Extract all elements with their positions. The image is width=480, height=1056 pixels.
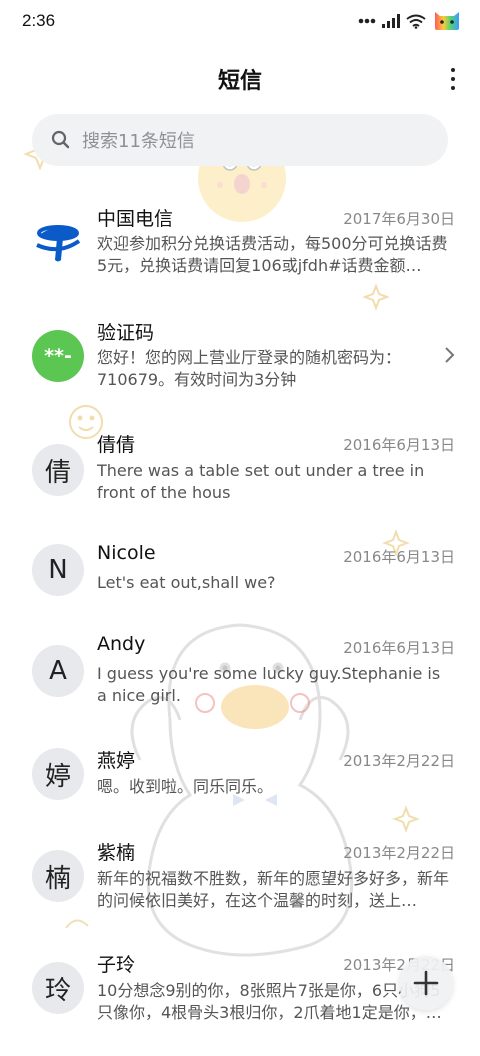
more-vert-icon-dot xyxy=(451,86,455,90)
search-input[interactable]: 搜索11条短信 xyxy=(32,114,448,166)
message-preview: 嗯。收到啦。同乐同乐。 xyxy=(97,777,274,796)
conversation-item[interactable]: 楠 紫楠 2013年2月22日 新年的祝福数不胜数，新年的愿望好多好多，新年的问… xyxy=(0,836,480,946)
message-date: 2013年2月22日 xyxy=(343,752,455,770)
avatar: 婷 xyxy=(32,748,84,800)
plus-icon xyxy=(413,970,439,996)
status-bar: 2:36 xyxy=(0,0,480,44)
avatar: 楠 xyxy=(32,850,84,902)
more-vert-icon xyxy=(451,68,455,72)
chevron-right-icon xyxy=(445,347,455,363)
verification-code-icon: **- xyxy=(44,345,72,367)
dots-icon xyxy=(358,18,376,24)
contact-name: 验证码 xyxy=(97,322,155,344)
contact-name: 燕婷 xyxy=(97,750,136,772)
message-preview: Let's eat out,shall we? xyxy=(97,573,276,592)
china-telecom-logo-icon xyxy=(36,225,81,262)
signal-icon xyxy=(382,14,400,28)
avatar: 倩 xyxy=(32,444,84,496)
app-header: 短信 xyxy=(0,56,480,102)
message-date: 2013年2月22日 xyxy=(343,844,455,862)
avatar: N xyxy=(32,544,84,596)
conversation-item[interactable]: 婷 燕婷 2013年2月22日 嗯。收到啦。同乐同乐。 xyxy=(0,736,480,846)
avatar: 玲 xyxy=(32,962,84,1014)
message-date: 2016年6月13日 xyxy=(343,639,455,657)
message-date: 2016年6月13日 xyxy=(343,548,455,566)
message-preview: 欢迎参加积分兑换话费活动，每500分可兑换话费5元，兑换话费请回复106或jfd… xyxy=(97,234,448,275)
contact-name: Andy xyxy=(97,633,146,655)
contact-name: 倩倩 xyxy=(97,434,136,456)
contact-name: 子玲 xyxy=(97,954,136,976)
search-icon xyxy=(51,130,70,149)
status-time: 2:36 xyxy=(22,11,56,30)
page-title: 短信 xyxy=(217,69,262,94)
contact-name: Nicole xyxy=(97,542,156,564)
message-date: 2017年6月30日 xyxy=(343,210,455,228)
conversation-item[interactable]: 倩 倩倩 2016年6月13日 There was a table set ou… xyxy=(0,418,480,528)
new-message-button[interactable] xyxy=(399,956,453,1010)
avatar: **- xyxy=(32,330,84,382)
message-preview: I guess you're some lucky guy.Stephanie … xyxy=(97,664,441,705)
more-options-button[interactable] xyxy=(446,64,460,94)
conversation-item[interactable]: **- 验证码 您好！您的网上营业厅登录的随机密码为：710679。有效时间为3… xyxy=(0,304,480,414)
avatar: A xyxy=(32,645,84,697)
wifi-icon xyxy=(406,14,426,29)
message-preview: 您好！您的网上营业厅登录的随机密码为：710679。有效时间为3分钟 xyxy=(97,348,402,389)
status-icons xyxy=(358,10,462,32)
search-placeholder: 搜索11条短信 xyxy=(82,131,195,152)
contact-name: 紫楠 xyxy=(97,842,136,864)
message-date: 2016年6月13日 xyxy=(343,436,455,454)
contact-name: 中国电信 xyxy=(97,208,174,230)
battery-icon xyxy=(435,12,459,30)
more-vert-icon-dot xyxy=(451,77,455,81)
message-preview: There was a table set out under a tree i… xyxy=(97,461,425,502)
message-preview: 新年的祝福数不胜数，新年的愿望好多好多，新年的问候依旧美好，在这个温馨的时刻，送… xyxy=(97,869,450,910)
avatar xyxy=(32,216,84,268)
conversation-item[interactable]: 中国电信 2017年6月30日 欢迎参加积分兑换话费活动，每500分可兑换话费5… xyxy=(0,190,480,300)
conversation-item[interactable]: A Andy 2016年6月13日 I guess you're some lu… xyxy=(0,620,480,730)
